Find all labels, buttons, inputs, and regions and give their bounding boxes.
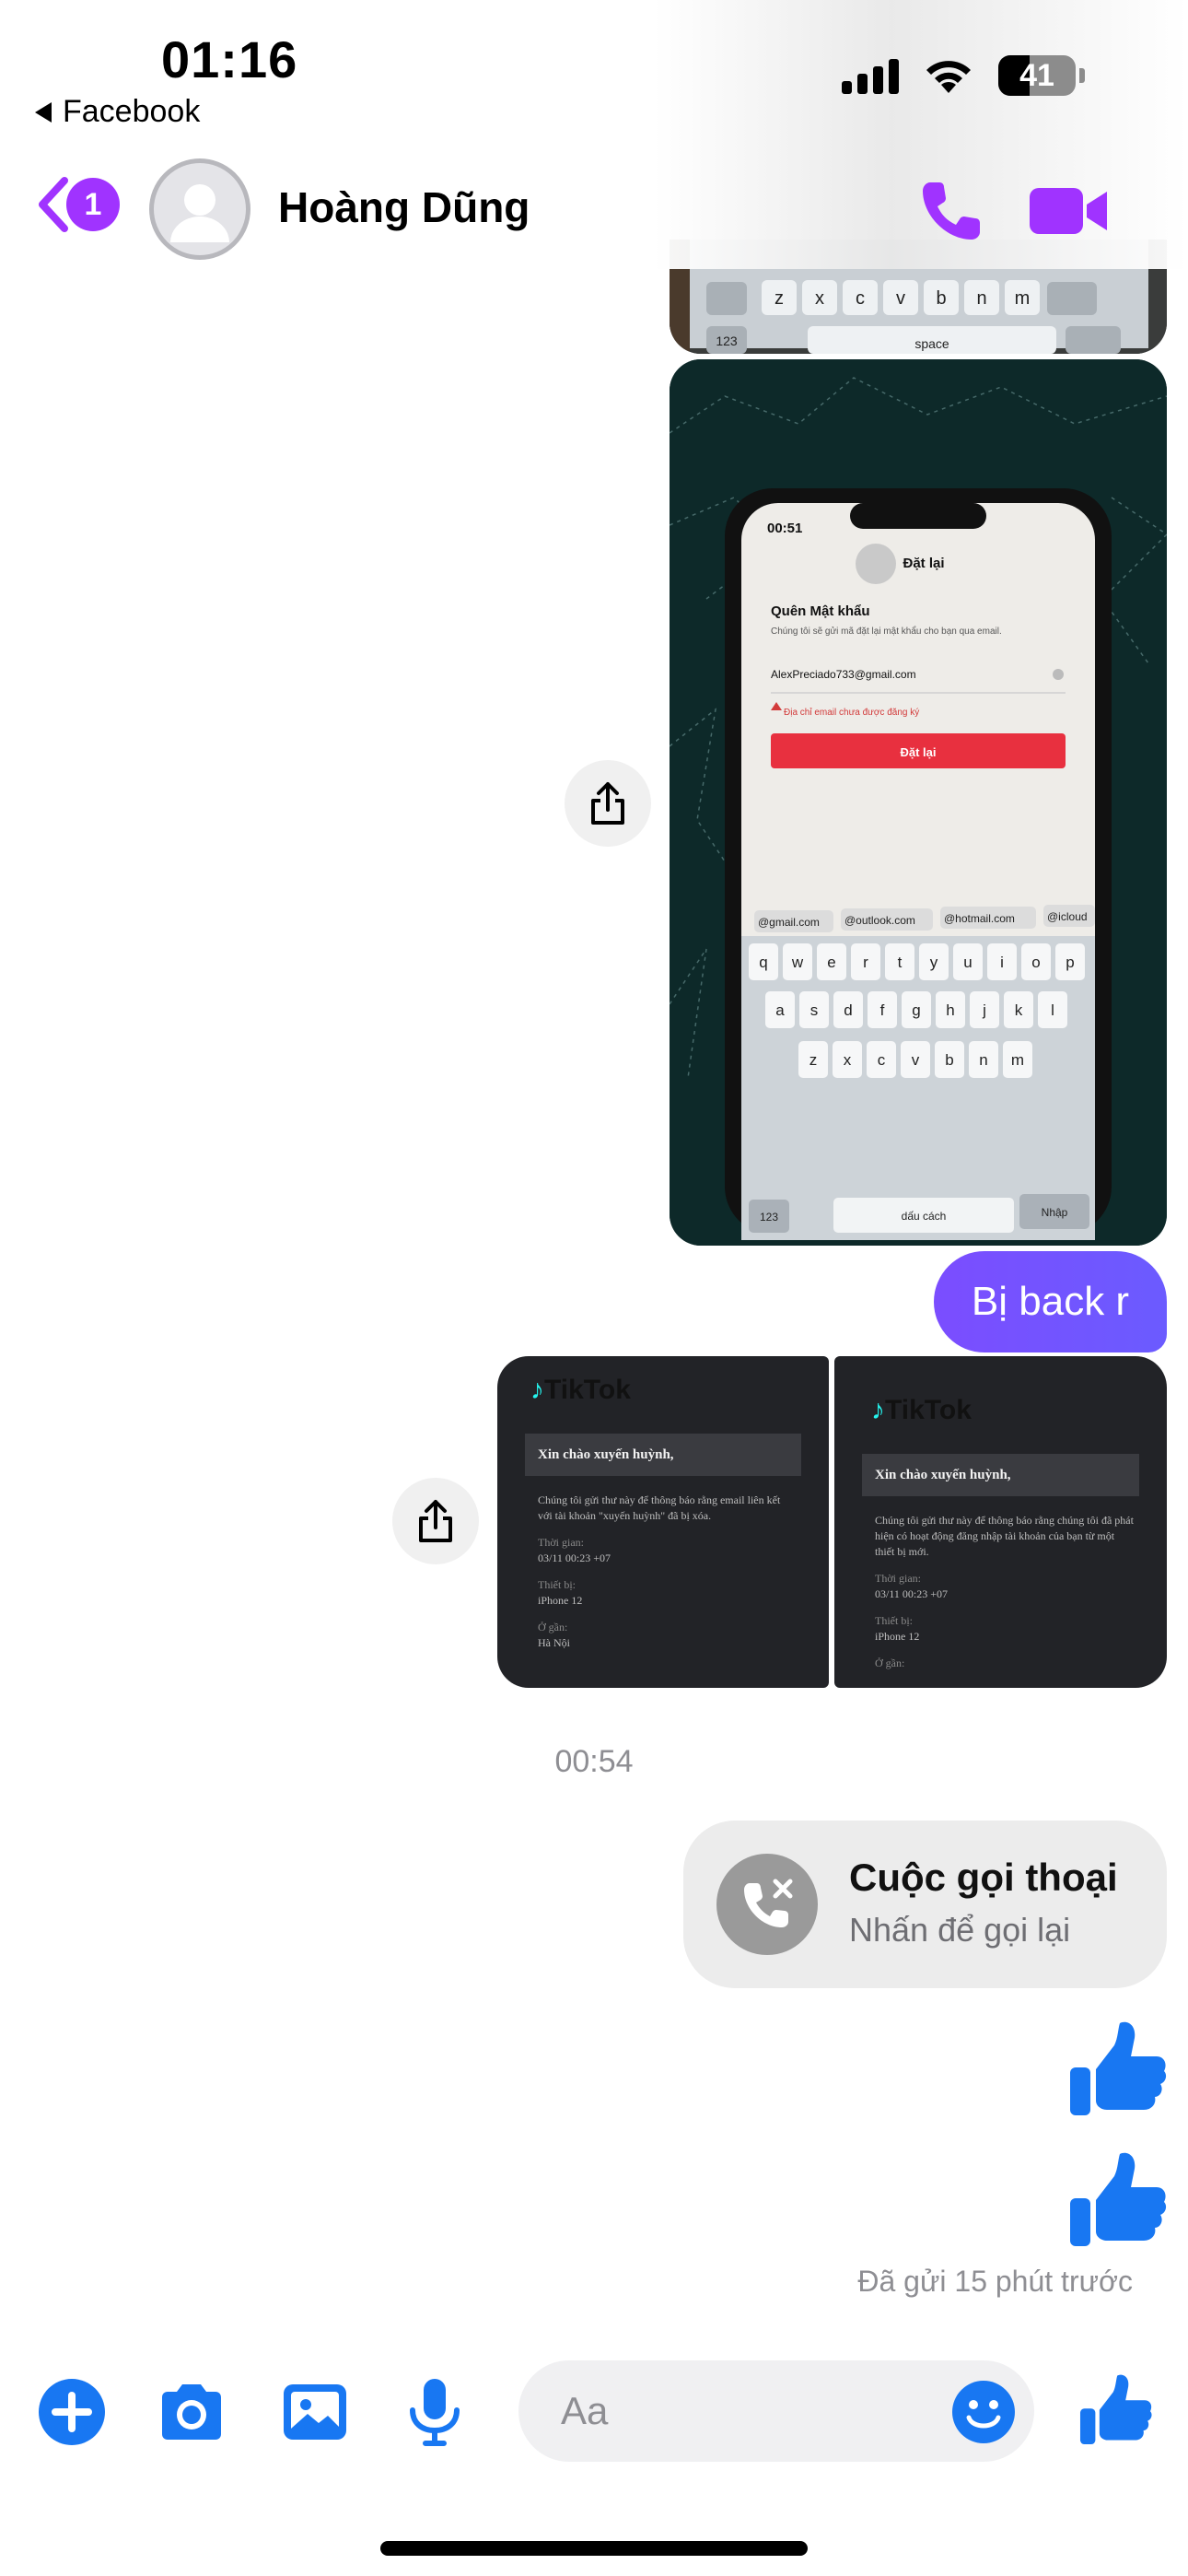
share-button[interactable] (565, 760, 651, 847)
svg-text:z: z (775, 288, 784, 309)
keyboard-key-label: z (809, 1051, 818, 1069)
phone-call-button[interactable] (917, 177, 985, 245)
emoji-icon[interactable] (950, 2379, 1017, 2445)
svg-text:123: 123 (716, 334, 738, 348)
svg-text:123: 123 (760, 1211, 778, 1224)
svg-text:v: v (896, 288, 905, 309)
missed-call-icon (716, 1854, 818, 1955)
call-subtitle: Nhấn để gọi lại (849, 1911, 1071, 1949)
like-send-button[interactable] (1077, 2371, 1153, 2447)
message-timestamp: 00:54 (554, 1744, 634, 1779)
home-indicator[interactable] (380, 2541, 808, 2556)
photo-message-tiktok-1[interactable]: ♪TikTok Xin chào xuyến huỳnh, Chúng tôi … (497, 1356, 829, 1688)
keyboard-key-label: u (963, 954, 972, 971)
keyboard-key-label: j (982, 1001, 986, 1019)
missed-call-bubble[interactable]: Cuộc gọi thoại Nhấn để gọi lại (683, 1821, 1167, 1988)
unread-badge: 1 (66, 178, 120, 231)
svg-text:n: n (976, 288, 986, 309)
plus-icon[interactable] (35, 2375, 109, 2449)
keyboard-key-label: x (844, 1051, 852, 1069)
share-icon (419, 1500, 452, 1542)
keyboard-key-label: a (775, 1001, 785, 1019)
keyboard-key-label: l (1051, 1001, 1054, 1019)
keyboard-key-label: p (1066, 954, 1074, 971)
svg-text:c: c (856, 288, 865, 309)
keyboard-key-label: n (979, 1051, 987, 1069)
call-title: Cuộc gọi thoại (849, 1856, 1118, 1899)
keyboard-key-label: v (912, 1051, 920, 1069)
keyboard-key-label: k (1015, 1001, 1023, 1019)
keyboard-key-label: c (878, 1051, 886, 1069)
microphone-icon[interactable] (398, 2375, 472, 2449)
svg-text:Nhập: Nhập (1042, 1206, 1068, 1219)
like-icon[interactable] (1066, 2018, 1168, 2119)
back-triangle-icon (35, 101, 52, 123)
svg-text:Quên Mật khẩu: Quên Mật khẩu (771, 603, 870, 619)
camera-icon[interactable] (155, 2375, 228, 2449)
back-button[interactable]: 1 (35, 175, 120, 234)
email-body: Chúng tôi gửi thư này để thông báo rằng … (875, 1514, 1134, 1669)
keyboard-key-label: q (759, 954, 767, 971)
keyboard-key-label: d (844, 1001, 852, 1019)
keyboard-key-label: t (898, 954, 903, 971)
wifi-icon (926, 61, 971, 93)
svg-text:@outlook.com: @outlook.com (844, 914, 915, 927)
svg-text:@hotmail.com: @hotmail.com (944, 912, 1015, 925)
share-button[interactable] (392, 1478, 479, 1564)
chat-header: 01:16 Facebook 41 1 Hoàng Dũng (0, 0, 1188, 269)
keyboard-key-label: f (880, 1001, 885, 1019)
video-call-button[interactable] (1030, 181, 1109, 241)
status-time: 01:16 (161, 30, 298, 88)
keyboard-key-label: b (945, 1051, 953, 1069)
svg-text:Chúng tôi sẽ gửi mã đặt lại mậ: Chúng tôi sẽ gửi mã đặt lại mật khẩu cho… (771, 626, 1002, 637)
cellular-signal-icon (842, 57, 899, 94)
tiktok-logo: ♪TikTok (530, 1375, 631, 1405)
svg-text:00:51: 00:51 (767, 521, 802, 536)
email-greeting: Xin chào xuyến huỳnh, (525, 1434, 801, 1476)
keyboard-key-label: e (827, 954, 835, 971)
gallery-icon[interactable] (278, 2375, 352, 2449)
battery-icon: 41 (998, 55, 1076, 96)
keyboard-key-label: i (1000, 954, 1004, 971)
contact-name[interactable]: Hoàng Dũng (278, 182, 530, 232)
svg-text:dấu cách: dấu cách (902, 1210, 947, 1223)
svg-text:m: m (1015, 288, 1031, 309)
back-app-label: Facebook (63, 94, 201, 129)
sent-status: Đã gửi 15 phút trước (857, 2265, 1133, 2298)
keyboard-key-label: y (930, 954, 938, 971)
like-icon[interactable] (1066, 2149, 1168, 2250)
svg-text:Đặt lại: Đặt lại (900, 745, 936, 759)
keyboard-key-label: s (810, 1001, 819, 1019)
photo-message-phone[interactable]: 00:51 Đặt lại Quên Mật khẩu Chúng tôi sẽ… (670, 359, 1167, 1246)
keyboard-key-label: g (912, 1001, 920, 1019)
keyboard-key-label: m (1011, 1051, 1024, 1069)
keyboard-key-label: w (791, 954, 804, 971)
back-to-app-link[interactable]: Facebook (35, 94, 200, 130)
svg-text:@icloud: @icloud (1047, 910, 1088, 923)
tiktok-logo: ♪TikTok (871, 1395, 972, 1425)
svg-text:@gmail.com: @gmail.com (758, 916, 820, 929)
svg-text:b: b (936, 288, 946, 309)
svg-text:AlexPreciado733@gmail.com: AlexPreciado733@gmail.com (771, 668, 916, 681)
email-body: Chúng tôi gửi thư này để thông báo rằng … (538, 1493, 781, 1649)
phone-icon (923, 182, 980, 240)
avatar[interactable] (149, 158, 250, 260)
svg-text:x: x (815, 288, 824, 309)
keyboard-key-label: r (863, 954, 868, 971)
svg-text:space: space (914, 336, 949, 351)
share-icon (591, 782, 624, 825)
status-icons: 41 (842, 55, 1085, 96)
photo-message-tiktok-2[interactable]: ♪TikTok Xin chào xuyến huỳnh, Chúng tôi … (834, 1356, 1167, 1688)
svg-text:Đặt lại: Đặt lại (903, 556, 944, 571)
keyboard-key-label: o (1031, 954, 1040, 971)
svg-text:Địa chỉ email chưa được đăng k: Địa chỉ email chưa được đăng ký (784, 707, 919, 718)
keyboard-key-label: h (946, 1001, 954, 1019)
default-avatar-icon (170, 184, 229, 242)
battery-level: 41 (1019, 57, 1054, 93)
email-greeting: Xin chào xuyến huỳnh, (862, 1454, 1139, 1496)
sent-text-message[interactable]: Bị back r (934, 1251, 1167, 1352)
